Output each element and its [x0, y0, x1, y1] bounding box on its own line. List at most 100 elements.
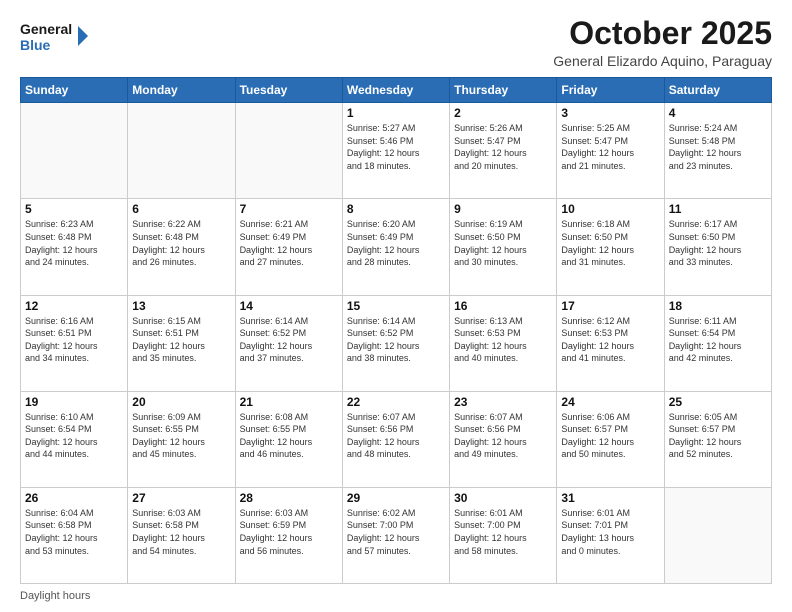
day-info: Sunrise: 6:18 AM Sunset: 6:50 PM Dayligh…: [561, 218, 659, 268]
footer: Daylight hours: [20, 590, 772, 602]
calendar-cell: 7 Sunrise: 6:21 AM Sunset: 6:49 PM Daylig…: [235, 199, 342, 295]
day-info: Sunrise: 6:15 AM Sunset: 6:51 PM Dayligh…: [132, 315, 230, 365]
day-number: 18: [669, 299, 767, 313]
day-info: Sunrise: 6:21 AM Sunset: 6:49 PM Dayligh…: [240, 218, 338, 268]
day-header-saturday: Saturday: [664, 78, 771, 103]
day-info: Sunrise: 6:13 AM Sunset: 6:53 PM Dayligh…: [454, 315, 552, 365]
calendar-cell: 14Sunrise: 6:14 AM Sunset: 6:52 PM Dayli…: [235, 295, 342, 391]
month-title: October 2025: [553, 16, 772, 51]
day-info: Sunrise: 6:11 AM Sunset: 6:54 PM Dayligh…: [669, 315, 767, 365]
calendar-cell: 21 Sunrise: 6:08 AM Sunset: 6:55 PM Dayli…: [235, 391, 342, 487]
day-number: 2: [454, 106, 552, 120]
calendar-cell: 25Sunrise: 6:05 AM Sunset: 6:57 PM Dayli…: [664, 391, 771, 487]
day-info: Sunrise: 6:23 AM Sunset: 6:48 PM Dayligh…: [25, 218, 123, 268]
calendar-cell: 9 Sunrise: 6:19 AM Sunset: 6:50 PM Daylig…: [450, 199, 557, 295]
calendar-cell: 28 Sunrise: 6:03 AM Sunset: 6:59 PM Dayli…: [235, 487, 342, 583]
day-info: Sunrise: 6:14 AM Sunset: 6:52 PM Dayligh…: [347, 315, 445, 365]
calendar-week-2: 5 Sunrise: 6:23 AM Sunset: 6:48 PM Daylig…: [21, 199, 772, 295]
calendar-cell: 29Sunrise: 6:02 AM Sunset: 7:00 PM Dayli…: [342, 487, 449, 583]
logo-general: General: [20, 21, 72, 37]
day-info: Sunrise: 6:10 AM Sunset: 6:54 PM Dayligh…: [25, 411, 123, 461]
day-info: Sunrise: 6:03 AM Sunset: 6:58 PM Dayligh…: [132, 507, 230, 557]
day-info: Sunrise: 6:19 AM Sunset: 6:50 PM Dayligh…: [454, 218, 552, 268]
day-number: 21: [240, 395, 338, 409]
day-number: 8: [347, 202, 445, 216]
day-info: Sunrise: 6:03 AM Sunset: 6:59 PM Dayligh…: [240, 507, 338, 557]
day-header-wednesday: Wednesday: [342, 78, 449, 103]
calendar-cell: 31Sunrise: 6:01 AM Sunset: 7:01 PM Dayli…: [557, 487, 664, 583]
day-info: Sunrise: 6:01 AM Sunset: 7:00 PM Dayligh…: [454, 507, 552, 557]
calendar-cell: 19 Sunrise: 6:10 AM Sunset: 6:54 PM Dayli…: [21, 391, 128, 487]
day-header-sunday: Sunday: [21, 78, 128, 103]
day-info: Sunrise: 5:26 AM Sunset: 5:47 PM Dayligh…: [454, 122, 552, 172]
calendar-cell: 1Sunrise: 5:27 AM Sunset: 5:46 PM Daylig…: [342, 103, 449, 199]
day-number: 30: [454, 491, 552, 505]
day-number: 29: [347, 491, 445, 505]
day-info: Sunrise: 5:27 AM Sunset: 5:46 PM Dayligh…: [347, 122, 445, 172]
day-number: 25: [669, 395, 767, 409]
day-number: 20: [132, 395, 230, 409]
day-number: 3: [561, 106, 659, 120]
calendar-cell: 17 Sunrise: 6:12 AM Sunset: 6:53 PM Dayli…: [557, 295, 664, 391]
day-info: Sunrise: 6:08 AM Sunset: 6:55 PM Dayligh…: [240, 411, 338, 461]
logo-blue: Blue: [20, 37, 51, 53]
calendar-cell: 22 Sunrise: 6:07 AM Sunset: 6:56 PM Dayli…: [342, 391, 449, 487]
day-number: 26: [25, 491, 123, 505]
day-number: 16: [454, 299, 552, 313]
day-number: 19: [25, 395, 123, 409]
calendar-week-5: 26 Sunrise: 6:04 AM Sunset: 6:58 PM Dayli…: [21, 487, 772, 583]
day-info: Sunrise: 6:22 AM Sunset: 6:48 PM Dayligh…: [132, 218, 230, 268]
calendar-cell: [664, 487, 771, 583]
calendar-cell: [21, 103, 128, 199]
calendar-cell: 20Sunrise: 6:09 AM Sunset: 6:55 PM Dayli…: [128, 391, 235, 487]
day-number: 23: [454, 395, 552, 409]
calendar-cell: 27 Sunrise: 6:03 AM Sunset: 6:58 PM Dayli…: [128, 487, 235, 583]
day-info: Sunrise: 5:25 AM Sunset: 5:47 PM Dayligh…: [561, 122, 659, 172]
calendar-week-3: 12Sunrise: 6:16 AM Sunset: 6:51 PM Dayli…: [21, 295, 772, 391]
day-number: 4: [669, 106, 767, 120]
calendar-cell: 4Sunrise: 5:24 AM Sunset: 5:48 PM Daylig…: [664, 103, 771, 199]
day-info: Sunrise: 6:07 AM Sunset: 6:56 PM Dayligh…: [347, 411, 445, 461]
day-number: 27: [132, 491, 230, 505]
calendar-cell: 6 Sunrise: 6:22 AM Sunset: 6:48 PM Daylig…: [128, 199, 235, 295]
day-number: 15: [347, 299, 445, 313]
logo-arrow-icon: [78, 26, 88, 46]
header: General Blue October 2025 General Elizar…: [20, 16, 772, 69]
day-header-tuesday: Tuesday: [235, 78, 342, 103]
day-number: 11: [669, 202, 767, 216]
day-info: Sunrise: 6:12 AM Sunset: 6:53 PM Dayligh…: [561, 315, 659, 365]
location-title: General Elizardo Aquino, Paraguay: [553, 53, 772, 69]
calendar-cell: 16 Sunrise: 6:13 AM Sunset: 6:53 PM Dayli…: [450, 295, 557, 391]
logo-svg: General Blue: [20, 16, 90, 60]
day-number: 9: [454, 202, 552, 216]
calendar-cell: 12Sunrise: 6:16 AM Sunset: 6:51 PM Dayli…: [21, 295, 128, 391]
calendar-cell: 11Sunrise: 6:17 AM Sunset: 6:50 PM Dayli…: [664, 199, 771, 295]
calendar-cell: 3 Sunrise: 5:25 AM Sunset: 5:47 PM Daylig…: [557, 103, 664, 199]
footer-text: Daylight hours: [20, 590, 90, 602]
day-number: 7: [240, 202, 338, 216]
day-info: Sunrise: 6:16 AM Sunset: 6:51 PM Dayligh…: [25, 315, 123, 365]
calendar-cell: 30 Sunrise: 6:01 AM Sunset: 7:00 PM Dayli…: [450, 487, 557, 583]
calendar-header-row: SundayMondayTuesdayWednesdayThursdayFrid…: [21, 78, 772, 103]
calendar-cell: 26 Sunrise: 6:04 AM Sunset: 6:58 PM Dayli…: [21, 487, 128, 583]
day-number: 17: [561, 299, 659, 313]
day-info: Sunrise: 6:04 AM Sunset: 6:58 PM Dayligh…: [25, 507, 123, 557]
day-number: 22: [347, 395, 445, 409]
day-info: Sunrise: 6:06 AM Sunset: 6:57 PM Dayligh…: [561, 411, 659, 461]
calendar-week-1: 1Sunrise: 5:27 AM Sunset: 5:46 PM Daylig…: [21, 103, 772, 199]
calendar-cell: [128, 103, 235, 199]
day-header-friday: Friday: [557, 78, 664, 103]
calendar-cell: [235, 103, 342, 199]
title-block: October 2025 General Elizardo Aquino, Pa…: [553, 16, 772, 69]
day-number: 6: [132, 202, 230, 216]
day-number: 28: [240, 491, 338, 505]
calendar-cell: 10 Sunrise: 6:18 AM Sunset: 6:50 PM Dayli…: [557, 199, 664, 295]
calendar-cell: 23Sunrise: 6:07 AM Sunset: 6:56 PM Dayli…: [450, 391, 557, 487]
logo: General Blue: [20, 16, 90, 60]
calendar-cell: 18 Sunrise: 6:11 AM Sunset: 6:54 PM Dayli…: [664, 295, 771, 391]
day-number: 5: [25, 202, 123, 216]
calendar-cell: 15 Sunrise: 6:14 AM Sunset: 6:52 PM Dayli…: [342, 295, 449, 391]
day-number: 10: [561, 202, 659, 216]
day-info: Sunrise: 6:14 AM Sunset: 6:52 PM Dayligh…: [240, 315, 338, 365]
day-info: Sunrise: 6:20 AM Sunset: 6:49 PM Dayligh…: [347, 218, 445, 268]
